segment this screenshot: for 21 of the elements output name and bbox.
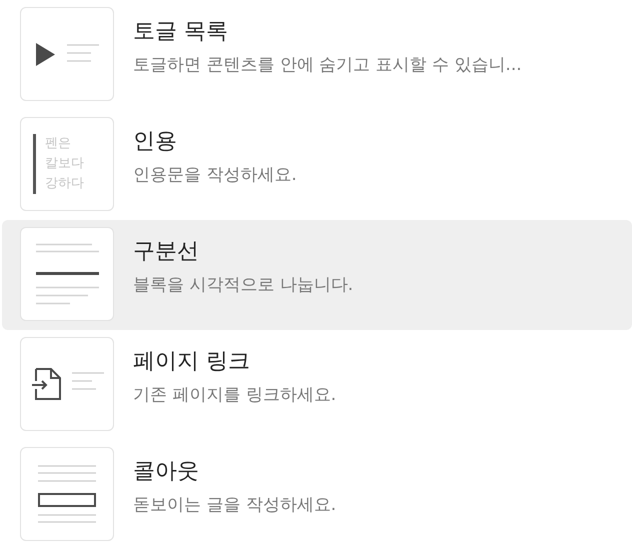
menu-item[interactable]: 펜은 칼보다 강하다 인용 인용문을 작성하세요. — [2, 110, 632, 220]
item-description: 토글하면 콘텐츠를 안에 숨기고 표시할 수 있습니... — [133, 54, 522, 77]
quote-preview: 펜은 칼보다 강하다 — [45, 135, 84, 193]
item-description: 블록을 시각적으로 나눕니다. — [133, 274, 354, 297]
item-description: 돋보이는 글을 작성하세요. — [133, 494, 336, 517]
item-title: 구분선 — [133, 238, 200, 266]
quote-bar-icon — [33, 134, 36, 194]
toggle-list-icon — [36, 42, 98, 66]
item-description: 인용문을 작성하세요. — [133, 164, 297, 187]
item-title: 페이지 링크 — [133, 348, 251, 376]
callout-icon — [38, 465, 96, 523]
item-description: 기존 페이지를 링크하세요. — [133, 384, 336, 407]
item-title: 콜아웃 — [133, 458, 200, 486]
page-link-icon — [30, 368, 104, 400]
menu-item[interactable]: 토글 목록 토글하면 콘텐츠를 안에 숨기고 표시할 수 있습니... — [2, 0, 632, 110]
menu-item[interactable]: 구분선 블록을 시각적으로 나눕니다. — [2, 220, 632, 330]
menu-item[interactable]: 콜아웃 돋보이는 글을 작성하세요. — [2, 440, 632, 544]
menu-item[interactable]: 페이지 링크 기존 페이지를 링크하세요. — [2, 330, 632, 440]
item-title: 토글 목록 — [133, 18, 229, 46]
divider-icon — [36, 243, 98, 305]
item-title: 인용 — [133, 128, 178, 156]
